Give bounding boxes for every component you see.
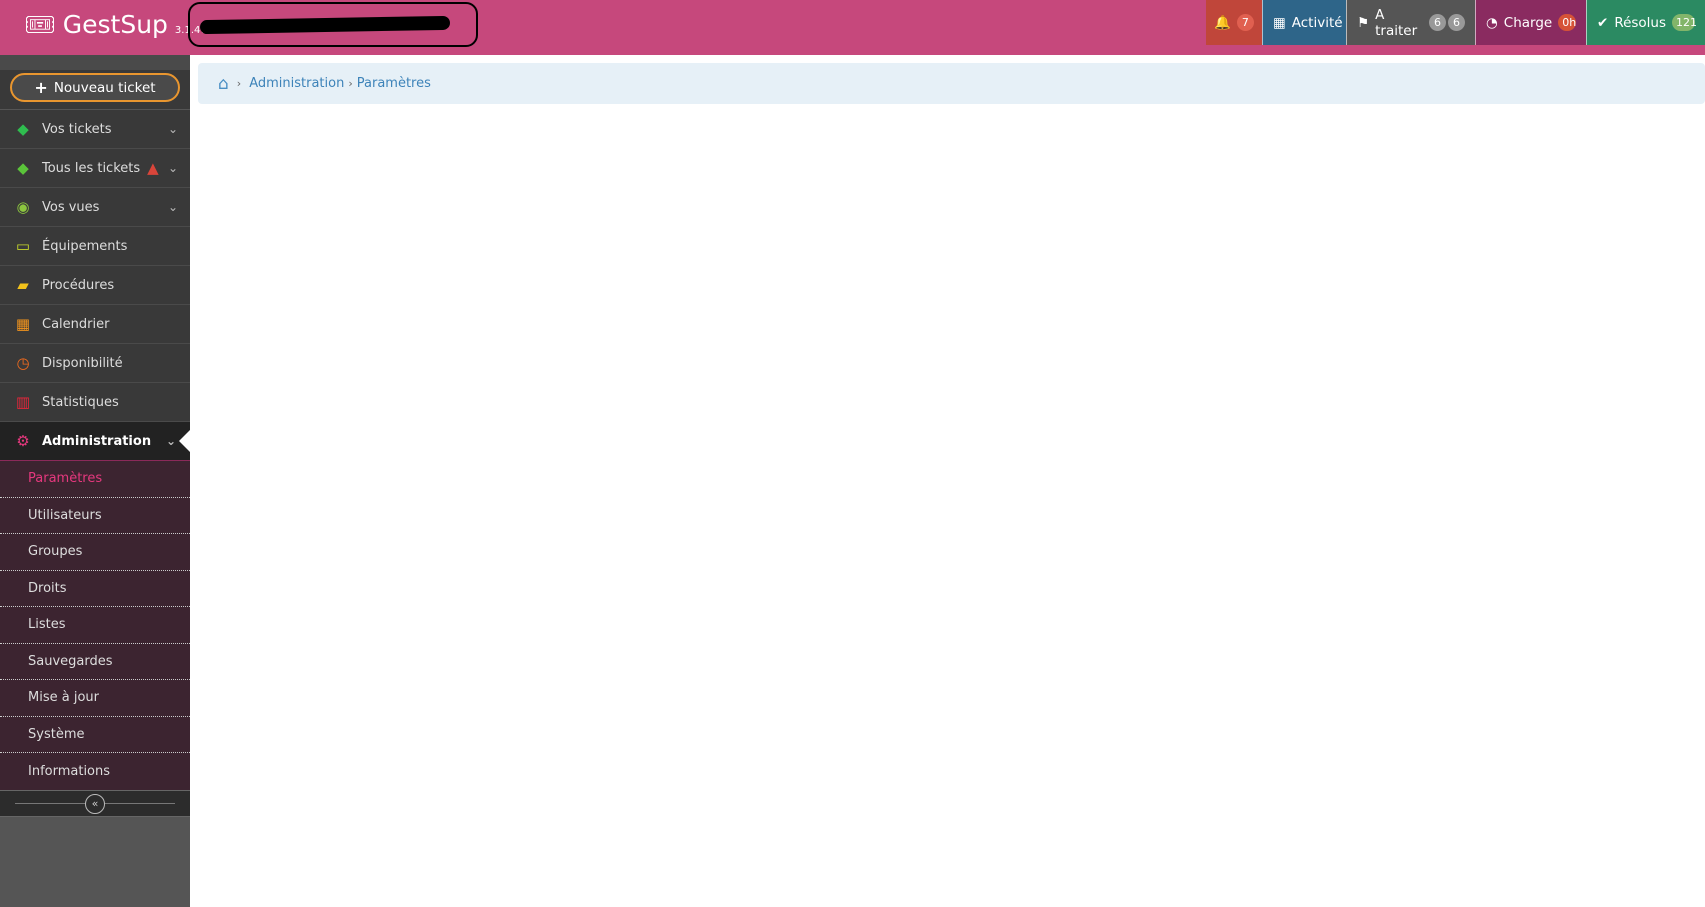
bell-icon: 🔔 xyxy=(1214,14,1231,31)
submenu-parametres[interactable]: Paramètres xyxy=(0,461,190,498)
book-icon: ▰ xyxy=(17,276,29,294)
dashboard-icon: ◔ xyxy=(1486,14,1498,31)
submenu-droits[interactable]: Droits xyxy=(0,570,190,607)
chevron-right-icon: › xyxy=(348,77,353,90)
sidebar-item-equipements[interactable]: ▭ Équipements xyxy=(0,227,190,266)
top-header: 🎟 GestSup 3.1.47 🔔 7 ▦ Activité ⚑ A trai… xyxy=(0,0,1705,55)
calendar-icon: ▦ xyxy=(15,315,31,333)
chevron-down-icon: ⌄ xyxy=(167,161,178,175)
sidebar-item-vos-tickets[interactable]: ◆ Vos tickets ⌄ xyxy=(0,110,190,149)
submenu-utilisateurs[interactable]: Utilisateurs xyxy=(0,497,190,534)
new-ticket-button[interactable]: + Nouveau ticket xyxy=(10,73,180,102)
chevron-right-icon: › xyxy=(236,77,242,90)
check-circle-icon: ✔ xyxy=(1597,14,1609,31)
sidebar-item-procedures[interactable]: ▰ Procédures xyxy=(0,266,190,305)
chevron-down-icon: ⌄ xyxy=(167,200,178,214)
submenu-groupes[interactable]: Groupes xyxy=(0,534,190,571)
ticket-icon: ◆ xyxy=(17,159,29,177)
breadcrumb-parametres[interactable]: Paramètres xyxy=(357,76,431,91)
sidebar-item-statistiques[interactable]: ▥ Statistiques xyxy=(0,383,190,422)
submenu-sauvegardes[interactable]: Sauvegardes xyxy=(0,643,190,680)
cogs-icon: ⚙ xyxy=(16,432,30,450)
chevron-down-icon: ⌄ xyxy=(165,434,176,448)
load-button[interactable]: ◔ Charge 0h xyxy=(1475,0,1586,45)
sidebar-collapse-bar: « xyxy=(0,789,190,817)
bar-chart-icon: ▥ xyxy=(15,393,31,411)
app-logo[interactable]: 🎟 GestSup 3.1.47 xyxy=(24,10,207,40)
breadcrumb-administration[interactable]: Administration xyxy=(249,76,344,91)
home-icon[interactable]: ⌂ xyxy=(218,74,229,94)
chevron-down-icon: ⌄ xyxy=(167,122,178,136)
warning-icon: ▲ xyxy=(147,159,159,177)
submenu-informations[interactable]: Informations xyxy=(0,753,190,790)
clock-icon: ◷ xyxy=(16,354,30,372)
submenu-mise-a-jour[interactable]: Mise à jour xyxy=(0,680,190,717)
sidebar-item-calendrier[interactable]: ▦ Calendrier xyxy=(0,305,190,344)
breadcrumb: ⌂ › Administration › Paramètres xyxy=(198,63,1705,104)
sidebar: + Nouveau ticket ◆ Vos tickets ⌄ ◆ Tous les… xyxy=(0,55,190,907)
desktop-icon: ▭ xyxy=(15,237,31,255)
ticket-icon: ◆ xyxy=(17,120,29,138)
sidebar-item-administration[interactable]: ⚙ Administration ⌄ xyxy=(0,422,190,461)
resolved-button[interactable]: ✔ Résolus 121 xyxy=(1586,0,1705,45)
submenu-listes[interactable]: Listes xyxy=(0,607,190,644)
sidebar-item-disponibilite[interactable]: ◷ Disponibilité xyxy=(0,344,190,383)
ticket-icon: 🎟 xyxy=(24,10,56,39)
double-chevron-left-icon[interactable]: « xyxy=(85,793,105,814)
notifications-button[interactable]: 🔔 7 xyxy=(1206,0,1262,45)
submenu-systeme[interactable]: Système xyxy=(0,716,190,753)
plus-icon: + xyxy=(34,78,48,97)
eye-icon: ◉ xyxy=(16,198,30,216)
sidebar-item-vos-vues[interactable]: ◉ Vos vues ⌄ xyxy=(0,188,190,227)
to-process-button[interactable]: ⚑ A traiter 6 6 xyxy=(1346,0,1475,45)
sidebar-item-tous-les-tickets[interactable]: ◆ Tous les tickets ▲ ⌄ xyxy=(0,149,190,188)
redacted-scribble xyxy=(188,2,478,47)
calendar-icon: ▦ xyxy=(1273,14,1286,31)
flag-icon: ⚑ xyxy=(1357,14,1370,31)
activity-button[interactable]: ▦ Activité xyxy=(1262,0,1346,45)
